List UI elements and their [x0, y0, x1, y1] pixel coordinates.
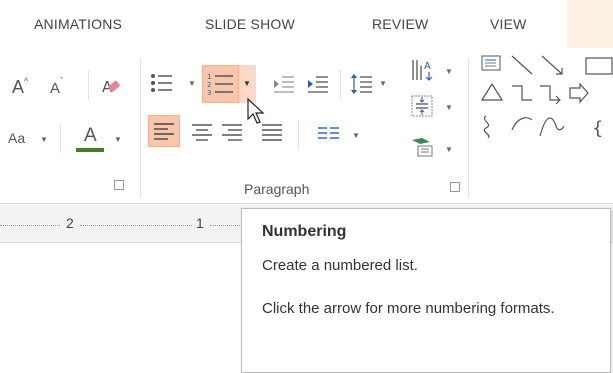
align-left-icon — [154, 123, 174, 140]
shrink-caret-icon: ˇ — [60, 76, 64, 86]
tab-slide-show[interactable]: SLIDE SHOW — [205, 16, 295, 32]
svg-text:3: 3 — [207, 89, 211, 97]
paragraph-dialog-launcher-icon[interactable] — [450, 182, 460, 192]
font-color-button[interactable]: A — [84, 126, 97, 145]
separator — [298, 120, 299, 150]
ruler-mark-2: 2 — [66, 215, 74, 231]
bullets-button[interactable] — [150, 72, 176, 100]
svg-text:2: 2 — [207, 81, 211, 89]
line-spacing-icon — [351, 74, 372, 94]
align-right-icon — [222, 124, 242, 141]
font-color-bar — [76, 148, 104, 152]
chevron-down-icon[interactable]: ▼ — [40, 136, 48, 144]
text-direction-icon: A — [412, 60, 433, 81]
ruler-ticks — [0, 225, 60, 227]
align-right-button[interactable] — [222, 123, 244, 147]
chevron-down-icon[interactable]: ▼ — [188, 80, 196, 88]
tooltip-title: Numbering — [262, 223, 347, 240]
tab-view[interactable]: VIEW — [490, 16, 527, 32]
tooltip-description: Create a numbered list. — [262, 257, 418, 274]
svg-text:1: 1 — [207, 73, 211, 81]
tab-overflow-highlight — [567, 0, 613, 48]
align-text-button[interactable] — [410, 94, 434, 122]
columns-icon — [318, 127, 339, 139]
columns-button[interactable] — [318, 126, 340, 146]
increase-indent-button[interactable] — [306, 74, 330, 98]
align-text-icon — [411, 95, 433, 117]
align-left-button[interactable] — [148, 115, 180, 147]
change-case-label: Aa — [8, 130, 26, 146]
numbering-icon: 1 2 3 — [207, 73, 233, 97]
change-case-button[interactable]: Aa — [8, 131, 25, 145]
decrease-indent-button[interactable] — [272, 74, 296, 98]
tab-animations[interactable]: ANIMATIONS — [34, 16, 122, 32]
decrease-indent-icon — [274, 76, 294, 93]
font-color-label: A — [84, 125, 97, 146]
line-spacing-button[interactable] — [350, 72, 374, 100]
bullets-icon — [151, 74, 172, 92]
svg-text:A: A — [424, 61, 431, 72]
shapes-gallery[interactable]: { — [476, 54, 613, 159]
chevron-down-icon[interactable]: ▼ — [379, 80, 387, 88]
svg-text:{: { — [592, 118, 603, 139]
ribbon: A^ Aˇ A Aa ▼ A ▼ ▼ 1 2 3 ▼ ▼ A ▼ ▼ ▼ ▼ P… — [0, 48, 613, 204]
increase-indent-icon — [308, 76, 328, 93]
shrink-font-button[interactable]: Aˇ — [50, 77, 63, 97]
mouse-cursor-icon — [247, 97, 265, 124]
numbering-tooltip: Numbering Create a numbered list. Click … — [241, 208, 611, 373]
ribbon-tabs: ANIMATIONS SLIDE SHOW REVIEW VIEW — [0, 0, 613, 48]
grow-font-label: A — [12, 77, 25, 97]
clear-formatting-button[interactable]: A — [100, 76, 122, 102]
convert-to-smartart-button[interactable] — [410, 136, 436, 162]
separator — [60, 123, 61, 153]
grow-caret-icon: ^ — [24, 76, 29, 86]
chevron-down-icon[interactable]: ▼ — [445, 146, 453, 154]
chevron-down-icon[interactable]: ▼ — [445, 104, 453, 112]
group-separator — [140, 58, 141, 198]
ruler-ticks — [80, 225, 192, 227]
chevron-down-icon[interactable]: ▼ — [445, 68, 453, 76]
tooltip-hint: Click the arrow for more numbering forma… — [262, 300, 555, 317]
font-dialog-launcher-icon[interactable] — [114, 180, 124, 190]
shapes-gallery-icons: { — [480, 55, 613, 139]
numbering-button[interactable]: 1 2 3 — [202, 65, 239, 103]
separator — [340, 70, 341, 100]
tab-review[interactable]: REVIEW — [372, 16, 428, 32]
ruler-ticks — [210, 225, 240, 227]
chevron-down-icon: ▼ — [243, 79, 251, 88]
shrink-font-label: A — [50, 80, 61, 97]
ruler-mark-1: 1 — [196, 215, 204, 231]
eraser-icon: A — [102, 78, 120, 96]
grow-font-button[interactable]: A^ — [12, 76, 29, 97]
align-center-button[interactable] — [192, 123, 214, 147]
group-separator — [468, 58, 469, 198]
chevron-down-icon[interactable]: ▼ — [114, 136, 122, 144]
chevron-down-icon[interactable]: ▼ — [352, 132, 360, 140]
align-center-icon — [192, 124, 212, 141]
text-direction-button[interactable]: A — [410, 58, 436, 88]
smartart-icon — [412, 138, 433, 157]
paragraph-group-label: Paragraph — [244, 181, 310, 197]
separator — [88, 70, 89, 100]
